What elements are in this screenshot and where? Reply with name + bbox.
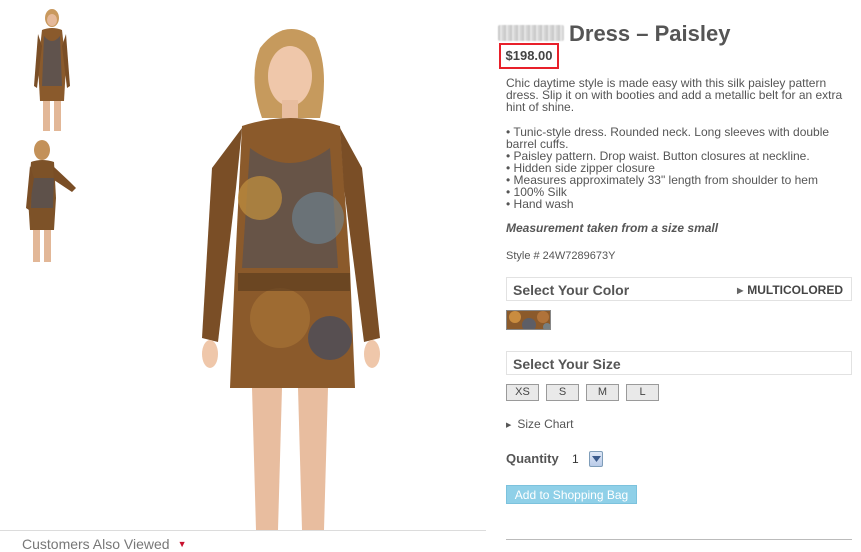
product-description: Chic daytime style is made easy with thi… (506, 76, 843, 114)
color-selector-label: Select Your Color (513, 282, 630, 298)
chevron-down-icon: ▼ (177, 539, 187, 549)
size-selector-label: Select Your Size (513, 356, 621, 372)
product-title: Dress – Paisley (569, 21, 731, 46)
customers-also-viewed-toggle[interactable]: Customers Also Viewed ▼ (22, 536, 187, 552)
feature-item: • Tunic-style dress. Rounded neck. Long … (506, 125, 830, 151)
size-button-l[interactable]: L (626, 384, 659, 401)
feature-item: • Hand wash (506, 197, 574, 211)
size-button-m[interactable]: M (586, 384, 619, 401)
product-features-list: • Tunic-style dress. Rounded neck. Long … (506, 126, 856, 210)
thumbnail-front-image (34, 9, 70, 131)
chevron-right-icon: ▶ (737, 286, 744, 295)
size-selector-bar: Select Your Size (506, 351, 852, 375)
quantity-value: 1 (572, 452, 579, 466)
thumbnail-front[interactable] (26, 6, 84, 134)
dropdown-arrow-icon[interactable] (589, 451, 603, 467)
chevron-right-icon: ▶ (506, 422, 512, 429)
quantity-select[interactable]: 1 (569, 451, 605, 468)
thumbnail-back[interactable] (20, 138, 78, 266)
brand-name-blurred (498, 25, 564, 41)
size-chart-link[interactable]: ▶ Size Chart (506, 417, 573, 431)
color-swatch-multicolored[interactable] (506, 310, 551, 330)
product-price: $198.00 (499, 43, 559, 69)
style-number: Style # 24W7289673Y (506, 250, 616, 262)
size-button-s[interactable]: S (546, 384, 579, 401)
thumbnail-back-image (26, 140, 76, 262)
color-selector-bar[interactable]: Select Your Color ▶ MULTICOLORED (506, 277, 852, 301)
quantity-label: Quantity (506, 451, 559, 466)
product-main-image (190, 18, 390, 530)
customers-also-viewed-label: Customers Also Viewed (22, 536, 170, 552)
measurement-note: Measurement taken from a size small (506, 221, 719, 235)
selected-color: ▶ MULTICOLORED (737, 283, 843, 297)
paisley-swatch-image (507, 311, 550, 329)
size-button-xs[interactable]: XS (506, 384, 539, 401)
selected-color-value: MULTICOLORED (747, 283, 843, 297)
add-to-shopping-bag-button[interactable]: Add to Shopping Bag (506, 485, 637, 504)
size-chart-label: Size Chart (517, 417, 574, 431)
left-divider (0, 530, 486, 531)
right-divider (506, 539, 852, 540)
